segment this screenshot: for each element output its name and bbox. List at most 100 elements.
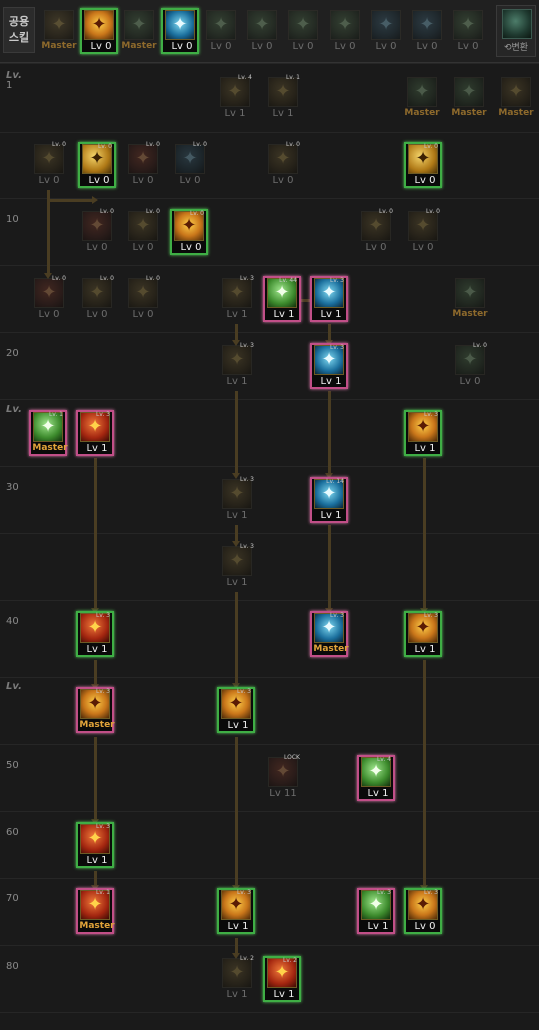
skill-glyph-icon: ✦: [182, 148, 198, 169]
shared-skill-slot[interactable]: ✦ Lv 0: [202, 8, 240, 54]
shared-skill-slot[interactable]: ✦ Lv 0: [284, 8, 322, 54]
skill-slot-beast-howl[interactable]: ✦ Lv. 3 Lv 1: [404, 611, 442, 657]
prerequisite-line: [328, 525, 331, 610]
skill-glyph-icon: ✦: [337, 14, 353, 35]
skill-level-label: Lv 0: [132, 175, 154, 186]
skill-slot-whip-lash[interactable]: ✦ Lv. 0 Lv 0: [264, 141, 302, 188]
skill-glyph-icon: ✦: [419, 14, 435, 35]
skill-slot-spirit-call[interactable]: ✦ Lv. 1 Master: [29, 410, 68, 456]
stance-master-c-icon: ✦: [501, 77, 531, 107]
skill-glyph-icon: ✦: [378, 14, 394, 35]
skill-slot-flame-wave[interactable]: ✦ Lv. 0 Lv 0: [124, 208, 162, 255]
skill-slot-phoenix-ultimate[interactable]: ✦ Lv. 2 Lv 1: [263, 956, 301, 1002]
skill-slot-shift-roar[interactable]: ✦ Lv. 3 Lv 1: [404, 410, 442, 456]
shared-skill-slot[interactable]: ✦ Lv 0: [449, 8, 487, 54]
skill-slot-jade-serpent[interactable]: ✦ Lv. 4 Lv 1: [357, 755, 395, 801]
skill-slot-wind-cut[interactable]: ✦ Lv. 3 Lv 1: [218, 275, 256, 322]
skill-level-label: Lv 0: [272, 175, 294, 186]
skill-glyph-icon: ✦: [89, 215, 105, 236]
skill-level-requirement: Lv. 3: [423, 411, 438, 418]
skill-slot-stance-master-c[interactable]: ✦ Master: [497, 75, 535, 121]
skill-level-label: Master: [451, 108, 487, 118]
skill-slot-crimson-slash[interactable]: ✦ Lv. 0 Lv 0: [30, 275, 68, 322]
skill-level-requirement: Lv. 3: [236, 688, 251, 695]
skill-slot-dusk-blade[interactable]: ✦ Lv. 2 Lv 1: [218, 955, 256, 1002]
skill-slot-fire-pillar[interactable]: ✦ Lv. 0 Lv 0: [124, 275, 162, 322]
level-marker: 10: [6, 214, 19, 225]
skill-glyph-icon: ✦: [227, 81, 243, 102]
skill-level-requirement: Lv. 0: [423, 143, 438, 150]
skill-slot-red-seal[interactable]: ✦ LOCK Lv 11: [264, 754, 302, 801]
skill-level-label: Lv 1: [367, 788, 389, 799]
prerequisite-line: [47, 199, 94, 202]
skill-slot-awakening-flame[interactable]: ✦ Lv. 1 Master: [76, 888, 115, 934]
skill-slot-blaze-rush[interactable]: ✦ Lv. 3 Lv 1: [76, 822, 114, 868]
level-marker: 70: [6, 893, 19, 904]
skill-slot-fish-throw[interactable]: ✦ Lv. 0 Lv 0: [30, 141, 68, 188]
skill-level-label: Lv 1: [227, 720, 249, 731]
skill-slot-heart-shield[interactable]: ✦ Lv. 3 Lv 1: [310, 343, 348, 389]
skill-level-label: Lv 1: [273, 309, 295, 320]
skill-slot-twin-blades[interactable]: ✦ Lv. 0 Lv 0: [357, 208, 395, 255]
shared-skill-slot[interactable]: ✦ Lv 0: [80, 8, 118, 54]
skill-slot-shuriken-dash[interactable]: ✦ Lv. 4 Lv 1: [216, 74, 254, 121]
skill-slot-flame-claw[interactable]: ✦ Lv. 3 Lv 1: [76, 410, 114, 456]
skill-level-label: Lv 0: [86, 309, 108, 320]
skill-glyph-icon: ✦: [254, 14, 270, 35]
skill-slot-aqua-heal[interactable]: ✦ Lv. 3 Master: [310, 611, 349, 657]
skill-level-label: Master: [121, 41, 157, 51]
skill-slot-stance-master-b[interactable]: ✦ Master: [450, 75, 488, 121]
shared-skill-slot[interactable]: ✦ Lv 0: [326, 8, 364, 54]
target-icon: ✦: [247, 10, 277, 40]
skill-slot-axe-strike[interactable]: ✦ Lv. 1 Lv 1: [264, 74, 302, 121]
skill-slot-knot-seal[interactable]: ✦ Lv. 0 Lv 0: [171, 141, 209, 188]
skill-slot-inferno-fist[interactable]: ✦ Lv. 3 Lv 1: [76, 611, 114, 657]
skill-level-label: Master: [32, 443, 68, 453]
skill-slot-explosion[interactable]: ✦ Lv. 3 Lv 1: [218, 543, 256, 590]
skill-level-label: Lv 1: [86, 443, 108, 454]
skill-glyph-icon: ✦: [461, 81, 477, 102]
skill-level-requirement: Lv. 0: [145, 275, 160, 282]
skill-glyph-icon: ✦: [508, 81, 524, 102]
skill-slot-tidal-wave[interactable]: ✦ Lv. 14 Lv 1: [310, 477, 348, 523]
skill-level-requirement: Lv. 14: [326, 478, 344, 485]
shared-skill-slot[interactable]: ✦ Lv 0: [243, 8, 281, 54]
skill-level-label: Lv 0: [457, 41, 479, 52]
shared-skill-slot[interactable]: ✦ Master: [40, 8, 78, 54]
prerequisite-line: [235, 592, 238, 685]
skill-slot-tiger-fang[interactable]: ✦ Lv. 3 Lv 1: [218, 476, 256, 523]
shared-skill-slot[interactable]: ✦ Lv 0: [367, 8, 405, 54]
skill-slot-green-leap[interactable]: ✦ Lv. 44 Lv 1: [263, 276, 301, 322]
row-divider: [0, 132, 539, 133]
prerequisite-line: [235, 391, 238, 475]
skill-level-label: Lv 0: [180, 242, 202, 253]
skill-slot-golden-burst[interactable]: ✦ Lv. 0 Lv 0: [78, 142, 116, 188]
skill-slot-sun-burst[interactable]: ✦ Lv. 3 Lv 1: [217, 687, 255, 733]
skill-slot-heat-ray[interactable]: ✦ Lv. 3 Lv 1: [218, 342, 256, 389]
skill-slot-water-blade[interactable]: ✦ Lv. 3 Lv 1: [310, 276, 348, 322]
skill-slot-pentagram[interactable]: ✦ Lv. 0 Lv 0: [124, 141, 162, 188]
skill-level-requirement: Lv. 3: [239, 543, 254, 550]
skill-slot-stance-master-a[interactable]: ✦ Master: [403, 75, 441, 121]
skill-slot-rising-kick[interactable]: ✦ Lv. 0 Lv 0: [404, 142, 442, 188]
skill-slot-red-charm[interactable]: ✦ Lv. 0 Lv 0: [78, 208, 116, 255]
shared-skill-slot[interactable]: ✦ Lv 0: [161, 8, 199, 54]
skill-slot-spider-burst[interactable]: ✦ Lv. 0 Lv 0: [78, 275, 116, 322]
convert-button[interactable]: ⟲변환: [496, 5, 536, 57]
skill-slot-gold-aura[interactable]: ✦ Lv. 0 Lv 0: [170, 209, 208, 255]
skill-slot-forest-master[interactable]: ✦ Master: [451, 276, 489, 322]
prerequisite-line: [94, 458, 97, 610]
skill-slot-sweeping-kick[interactable]: ✦ Lv. 0 Lv 0: [404, 208, 442, 255]
shared-skill-tab-line-2: 스킬: [8, 31, 30, 44]
skill-slot-solar-crown[interactable]: ✦ Lv. 3 Lv 1: [217, 888, 255, 934]
skill-slot-emerald-coil[interactable]: ✦ Lv. 3 Lv 1: [357, 888, 395, 934]
skill-slot-golden-lion[interactable]: ✦ Lv. 3 Master: [76, 687, 115, 733]
skill-slot-golden-mask[interactable]: ✦ Lv. 3 Lv 0: [404, 888, 442, 934]
shared-skill-slot[interactable]: ✦ Lv 0: [408, 8, 446, 54]
row-divider: [0, 466, 539, 467]
shared-skill-slot[interactable]: ✦ Master: [120, 8, 158, 54]
row-divider: [0, 265, 539, 266]
shared-skill-tab[interactable]: 공용 스킬: [3, 7, 35, 53]
skill-slot-shadow-step[interactable]: ✦ Lv. 0 Lv 0: [451, 342, 489, 389]
skill-glyph-icon: ✦: [229, 550, 245, 571]
